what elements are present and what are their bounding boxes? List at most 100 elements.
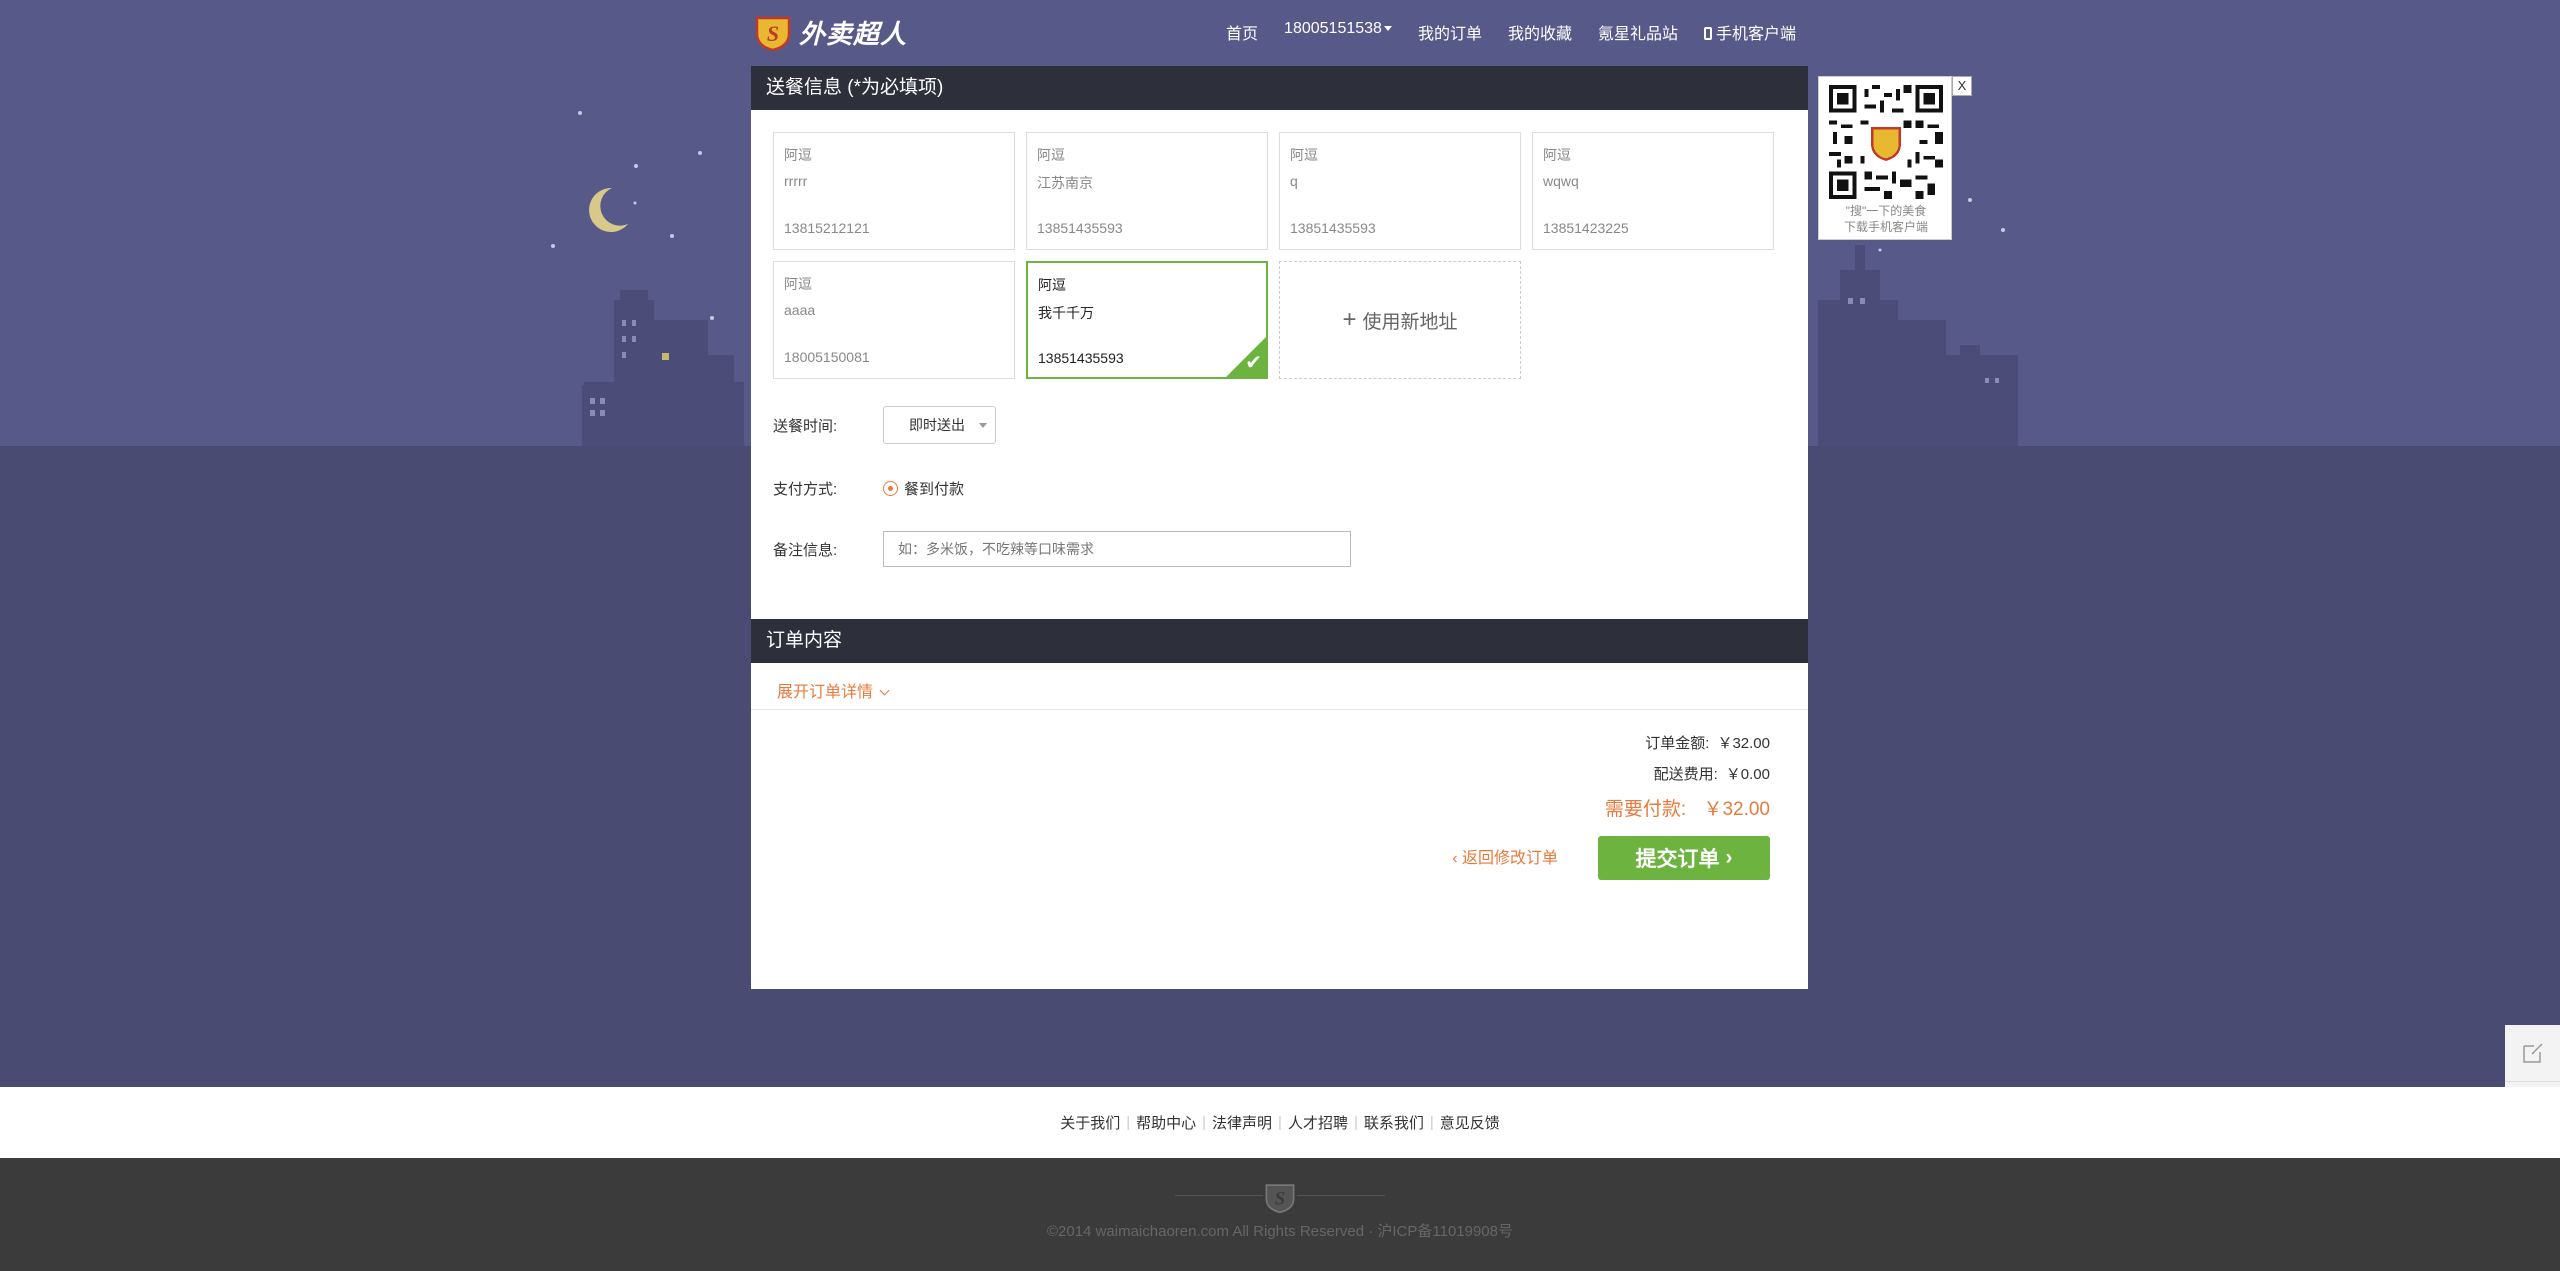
dropdown-arrow-icon <box>979 423 987 428</box>
back-to-edit-label: 返回修改订单 <box>1461 850 1558 867</box>
chevron-right-icon: › <box>1725 846 1733 869</box>
top-nav: 首页 18005151538 我的订单 我的收藏 氪星礼品站 手机客户端 <box>1226 20 1796 44</box>
address-card[interactable]: 阿逗 rrrrr 13815212121 <box>773 132 1015 250</box>
order-total-label: 订单金额: <box>1645 735 1710 752</box>
footer-bottom: S ©2014 waimaichaoren.com All Rights Res… <box>0 1158 2560 1271</box>
address-name: 阿逗 <box>1037 147 1065 163</box>
checkmark-icon: ✔ <box>1245 352 1262 374</box>
divider <box>751 709 1808 710</box>
copyright-text: ©2014 waimaichaoren.com All Rights Reser… <box>1047 1223 1513 1240</box>
address-text: rrrrr <box>784 173 808 189</box>
address-phone: 13851435593 <box>1037 220 1123 236</box>
payment-radio[interactable] <box>883 481 898 496</box>
note-row: 备注信息: <box>773 531 1351 567</box>
address-card[interactable]: 阿逗 q 13851435593 <box>1279 132 1521 250</box>
footer-link-about[interactable]: 关于我们 <box>1054 1112 1126 1133</box>
delivery-fee-row: 配送费用: ￥0.00 <box>1605 763 1770 784</box>
nav-gift[interactable]: 氪星礼品站 <box>1598 20 1678 44</box>
address-phone: 13851423225 <box>1543 220 1629 236</box>
divider <box>1175 1195 1263 1196</box>
address-name: 阿逗 <box>1543 147 1571 163</box>
amount-due-row: 需要付款: ￥32.00 <box>1605 794 1770 821</box>
new-address-button[interactable]: + 使用新地址 <box>1279 261 1521 379</box>
footer-link-contact[interactable]: 联系我们 <box>1358 1112 1430 1133</box>
footer-logo-icon: S <box>1265 1184 1295 1214</box>
svg-text:S: S <box>1275 1189 1285 1210</box>
note-label: 备注信息: <box>773 541 838 559</box>
site-header: S 外卖超人 首页 18005151538 我的订单 我的收藏 氪星礼品站 手机… <box>751 0 1808 66</box>
back-to-edit-link[interactable]: ‹ 返回修改订单 <box>1452 844 1558 868</box>
address-text: 我千千万 <box>1038 305 1094 321</box>
nav-orders[interactable]: 我的订单 <box>1418 20 1482 44</box>
brand-logo[interactable]: S 外卖超人 <box>753 12 907 52</box>
moon-icon <box>589 187 628 232</box>
address-phone: 13851435593 <box>1038 350 1124 366</box>
delivery-fee-label: 配送费用: <box>1653 766 1718 783</box>
qr-caption: "搜"一下的美食 下载手机客户端 <box>1819 203 1953 235</box>
address-name: 阿逗 <box>784 147 812 163</box>
qr-caption-line2: 下载手机客户端 <box>1843 220 1928 234</box>
divider <box>1297 1195 1385 1196</box>
address-name: 阿逗 <box>1038 277 1066 293</box>
nav-mobile-label: 手机客户端 <box>1715 26 1796 43</box>
address-text: aaaa <box>784 302 816 318</box>
payment-label: 支付方式: <box>773 481 838 498</box>
nav-account[interactable]: 18005151538 <box>1284 20 1392 44</box>
order-total-value: ￥32.00 <box>1717 735 1770 752</box>
svg-text:S: S <box>767 21 779 46</box>
payment-option-label[interactable]: 餐到付款 <box>904 478 964 499</box>
note-input[interactable] <box>883 531 1351 567</box>
order-total-row: 订单金额: ￥32.00 <box>1605 732 1770 753</box>
chevron-down-icon <box>879 685 890 696</box>
amount-due-label: 需要付款: <box>1604 799 1687 820</box>
footer-link-legal[interactable]: 法律声明 <box>1206 1112 1278 1133</box>
address-text: wqwq <box>1543 173 1579 189</box>
phone-icon <box>1703 27 1712 40</box>
delivery-time-value: 即时送出 <box>909 417 965 433</box>
nav-home[interactable]: 首页 <box>1226 20 1258 44</box>
amount-due-value: ￥32.00 <box>1703 799 1770 820</box>
delivery-time-select[interactable]: 即时送出 <box>883 406 996 444</box>
caret-down-icon <box>1383 26 1392 32</box>
address-phone: 18005150081 <box>784 349 870 365</box>
chevron-left-icon: ‹ <box>1452 850 1458 867</box>
delivery-fee-value: ￥0.00 <box>1725 766 1770 783</box>
submit-order-label: 提交订单 <box>1635 848 1720 871</box>
shield-logo-icon: S <box>755 16 791 52</box>
plus-icon: + <box>1342 306 1357 333</box>
address-phone: 13815212121 <box>784 220 870 236</box>
address-name: 阿逗 <box>784 276 812 292</box>
delivery-time-label: 送餐时间: <box>773 417 838 435</box>
nav-favorites[interactable]: 我的收藏 <box>1508 20 1572 44</box>
address-card[interactable]: 阿逗 aaaa 18005150081 <box>773 261 1015 379</box>
brand-name: 外卖超人 <box>799 18 908 49</box>
nav-account-label: 18005151538 <box>1284 20 1382 37</box>
footer-link-careers[interactable]: 人才招聘 <box>1282 1112 1354 1133</box>
qr-close-button[interactable]: X <box>1952 76 1972 96</box>
address-text: 江苏南京 <box>1037 175 1093 191</box>
payment-row: 支付方式: 餐到付款 <box>773 478 964 499</box>
qr-download-popup: "搜"一下的美食 下载手机客户端 <box>1818 76 1952 240</box>
qr-caption-line1: "搜"一下的美食 <box>1845 204 1927 218</box>
expand-order-details[interactable]: 展开订单详情 <box>777 678 890 702</box>
delivery-section-title: 送餐信息 (*为必填项) <box>751 66 1808 110</box>
footer-link-feedback[interactable]: 意见反馈 <box>1434 1112 1506 1133</box>
delivery-time-row: 送餐时间: 即时送出 <box>773 406 996 444</box>
order-section-title: 订单内容 <box>751 619 1808 663</box>
address-card-selected[interactable]: 阿逗 我千千万 13851435593 ✔ <box>1026 261 1268 379</box>
address-text: q <box>1290 173 1298 189</box>
feedback-tool[interactable] <box>2505 1025 2560 1082</box>
footer-link-help[interactable]: 帮助中心 <box>1130 1112 1202 1133</box>
order-totals: 订单金额: ￥32.00 配送费用: ￥0.00 需要付款: ￥32.00 <box>1605 732 1770 821</box>
qr-code-icon <box>1829 85 1943 199</box>
address-card[interactable]: 阿逗 江苏南京 13851435593 <box>1026 132 1268 250</box>
new-address-label: 使用新地址 <box>1362 311 1458 333</box>
address-name: 阿逗 <box>1290 147 1318 163</box>
address-card[interactable]: 阿逗 wqwq 13851423225 <box>1532 132 1774 250</box>
edit-icon <box>2522 1043 2543 1063</box>
submit-order-button[interactable]: 提交订单 › <box>1598 836 1770 880</box>
checkout-card: 送餐信息 (*为必填项) 阿逗 rrrrr 13815212121 阿逗 江苏南… <box>751 66 1808 989</box>
footer-links: 关于我们 | 帮助中心 | 法律声明 | 人才招聘 | 联系我们 | 意见反馈 <box>0 1087 2560 1158</box>
address-phone: 13851435593 <box>1290 220 1376 236</box>
nav-mobile[interactable]: 手机客户端 <box>1703 20 1796 44</box>
